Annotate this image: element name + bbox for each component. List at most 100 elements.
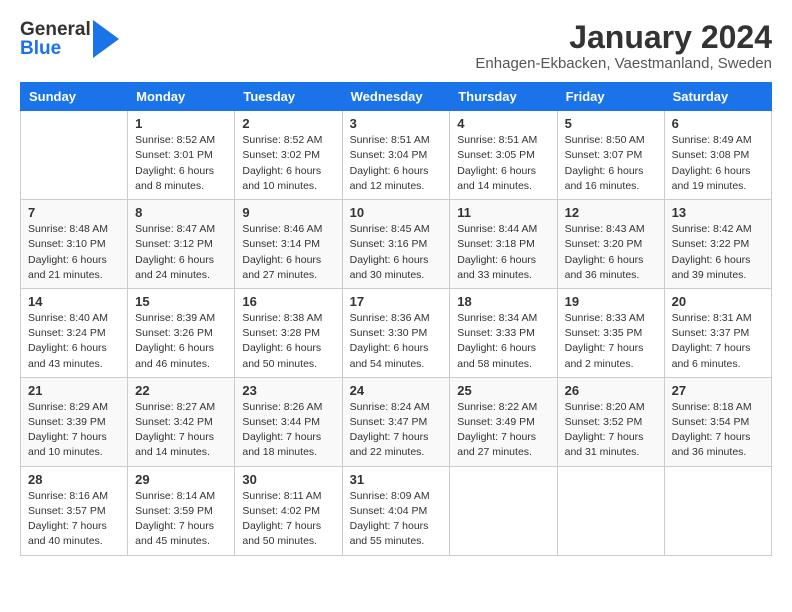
calendar-cell: 1 Sunrise: 8:52 AM Sunset: 3:01 PM Daylig… (128, 111, 235, 200)
day-number: 15 (135, 294, 227, 309)
calendar-cell: 30 Sunrise: 8:11 AM Sunset: 4:02 PM Dayli… (235, 466, 342, 555)
calendar-cell: 21 Sunrise: 8:29 AM Sunset: 3:39 PM Dayli… (21, 377, 128, 466)
calendar-cell (21, 111, 128, 200)
day-info: Sunrise: 8:20 AM Sunset: 3:52 PM Dayligh… (565, 400, 657, 461)
day-info: Sunrise: 8:52 AM Sunset: 3:02 PM Dayligh… (242, 133, 334, 194)
day-number: 20 (672, 294, 764, 309)
calendar-cell: 31 Sunrise: 8:09 AM Sunset: 4:04 PM Dayli… (342, 466, 450, 555)
day-info: Sunrise: 8:14 AM Sunset: 3:59 PM Dayligh… (135, 489, 227, 550)
calendar-weekday-wednesday: Wednesday (342, 83, 450, 111)
day-info: Sunrise: 8:09 AM Sunset: 4:04 PM Dayligh… (350, 489, 443, 550)
calendar-cell: 7 Sunrise: 8:48 AM Sunset: 3:10 PM Daylig… (21, 200, 128, 289)
day-number: 26 (565, 383, 657, 398)
day-info: Sunrise: 8:39 AM Sunset: 3:26 PM Dayligh… (135, 311, 227, 372)
calendar-cell: 2Sunrise: 8:52 AM Sunset: 3:02 PM Daylig… (235, 111, 342, 200)
calendar-weekday-sunday: Sunday (21, 83, 128, 111)
day-number: 5 (565, 116, 657, 131)
calendar-cell: 14 Sunrise: 8:40 AM Sunset: 3:24 PM Dayli… (21, 288, 128, 377)
day-info: Sunrise: 8:50 AM Sunset: 3:07 PM Dayligh… (565, 133, 657, 194)
calendar-cell: 23 Sunrise: 8:26 AM Sunset: 3:44 PM Dayli… (235, 377, 342, 466)
day-number: 6 (672, 116, 764, 131)
day-number: 1 (135, 116, 227, 131)
calendar-weekday-friday: Friday (557, 83, 664, 111)
calendar-cell: 13Sunrise: 8:42 AM Sunset: 3:22 PM Dayli… (664, 200, 771, 289)
calendar-cell (664, 466, 771, 555)
day-number: 27 (672, 383, 764, 398)
calendar-cell: 18Sunrise: 8:34 AM Sunset: 3:33 PM Dayli… (450, 288, 557, 377)
title-block: January 2024 Enhagen-Ekbacken, Vaestmanl… (475, 20, 772, 72)
calendar-cell: 4 Sunrise: 8:51 AM Sunset: 3:05 PM Daylig… (450, 111, 557, 200)
calendar-cell: 5 Sunrise: 8:50 AM Sunset: 3:07 PM Daylig… (557, 111, 664, 200)
day-number: 7 (28, 205, 120, 220)
day-info: Sunrise: 8:40 AM Sunset: 3:24 PM Dayligh… (28, 311, 120, 372)
day-info: Sunrise: 8:48 AM Sunset: 3:10 PM Dayligh… (28, 222, 120, 283)
calendar-cell: 20 Sunrise: 8:31 AM Sunset: 3:37 PM Dayli… (664, 288, 771, 377)
calendar-weekday-tuesday: Tuesday (235, 83, 342, 111)
day-number: 25 (457, 383, 549, 398)
day-number: 31 (350, 472, 443, 487)
day-info: Sunrise: 8:33 AM Sunset: 3:35 PM Dayligh… (565, 311, 657, 372)
calendar-cell (450, 466, 557, 555)
logo-chevron-icon (93, 20, 119, 58)
day-info: Sunrise: 8:18 AM Sunset: 3:54 PM Dayligh… (672, 400, 764, 461)
day-info: Sunrise: 8:44 AM Sunset: 3:18 PM Dayligh… (457, 222, 549, 283)
calendar-week-2: 7 Sunrise: 8:48 AM Sunset: 3:10 PM Daylig… (21, 200, 772, 289)
calendar-cell: 25Sunrise: 8:22 AM Sunset: 3:49 PM Dayli… (450, 377, 557, 466)
calendar-cell: 15 Sunrise: 8:39 AM Sunset: 3:26 PM Dayli… (128, 288, 235, 377)
day-number: 4 (457, 116, 549, 131)
day-info: Sunrise: 8:51 AM Sunset: 3:05 PM Dayligh… (457, 133, 549, 194)
day-info: Sunrise: 8:27 AM Sunset: 3:42 PM Dayligh… (135, 400, 227, 461)
day-number: 23 (242, 383, 334, 398)
calendar-cell: 24 Sunrise: 8:24 AM Sunset: 3:47 PM Dayli… (342, 377, 450, 466)
day-info: Sunrise: 8:31 AM Sunset: 3:37 PM Dayligh… (672, 311, 764, 372)
calendar-cell: 10Sunrise: 8:45 AM Sunset: 3:16 PM Dayli… (342, 200, 450, 289)
calendar-cell: 6 Sunrise: 8:49 AM Sunset: 3:08 PM Daylig… (664, 111, 771, 200)
calendar-cell: 11 Sunrise: 8:44 AM Sunset: 3:18 PM Dayli… (450, 200, 557, 289)
day-info: Sunrise: 8:52 AM Sunset: 3:01 PM Dayligh… (135, 133, 227, 194)
day-info: Sunrise: 8:36 AM Sunset: 3:30 PM Dayligh… (350, 311, 443, 372)
calendar-weekday-saturday: Saturday (664, 83, 771, 111)
day-info: Sunrise: 8:26 AM Sunset: 3:44 PM Dayligh… (242, 400, 334, 461)
logo: General Blue (20, 20, 119, 58)
day-info: Sunrise: 8:47 AM Sunset: 3:12 PM Dayligh… (135, 222, 227, 283)
calendar-cell: 27 Sunrise: 8:18 AM Sunset: 3:54 PM Dayli… (664, 377, 771, 466)
calendar-cell: 17 Sunrise: 8:36 AM Sunset: 3:30 PM Dayli… (342, 288, 450, 377)
day-number: 30 (242, 472, 334, 487)
day-info: Sunrise: 8:46 AM Sunset: 3:14 PM Dayligh… (242, 222, 334, 283)
calendar-cell: 28Sunrise: 8:16 AM Sunset: 3:57 PM Dayli… (21, 466, 128, 555)
day-number: 8 (135, 205, 227, 220)
day-number: 16 (242, 294, 334, 309)
calendar-weekday-monday: Monday (128, 83, 235, 111)
day-number: 11 (457, 205, 549, 220)
day-number: 24 (350, 383, 443, 398)
calendar-cell: 19Sunrise: 8:33 AM Sunset: 3:35 PM Dayli… (557, 288, 664, 377)
calendar-week-3: 14 Sunrise: 8:40 AM Sunset: 3:24 PM Dayli… (21, 288, 772, 377)
calendar-week-1: 1 Sunrise: 8:52 AM Sunset: 3:01 PM Daylig… (21, 111, 772, 200)
day-number: 14 (28, 294, 120, 309)
calendar-week-5: 28Sunrise: 8:16 AM Sunset: 3:57 PM Dayli… (21, 466, 772, 555)
day-info: Sunrise: 8:38 AM Sunset: 3:28 PM Dayligh… (242, 311, 334, 372)
day-info: Sunrise: 8:49 AM Sunset: 3:08 PM Dayligh… (672, 133, 764, 194)
calendar-weekday-thursday: Thursday (450, 83, 557, 111)
day-info: Sunrise: 8:24 AM Sunset: 3:47 PM Dayligh… (350, 400, 443, 461)
day-info: Sunrise: 8:43 AM Sunset: 3:20 PM Dayligh… (565, 222, 657, 283)
day-number: 9 (242, 205, 334, 220)
calendar-cell: 3Sunrise: 8:51 AM Sunset: 3:04 PM Daylig… (342, 111, 450, 200)
day-number: 28 (28, 472, 120, 487)
page-header: General Blue January 2024 Enhagen-Ekback… (20, 20, 772, 72)
calendar-cell: 26 Sunrise: 8:20 AM Sunset: 3:52 PM Dayli… (557, 377, 664, 466)
calendar-cell: 22Sunrise: 8:27 AM Sunset: 3:42 PM Dayli… (128, 377, 235, 466)
page-title: January 2024 (475, 20, 772, 55)
day-info: Sunrise: 8:11 AM Sunset: 4:02 PM Dayligh… (242, 489, 334, 550)
calendar-week-4: 21 Sunrise: 8:29 AM Sunset: 3:39 PM Dayli… (21, 377, 772, 466)
calendar-cell: 9 Sunrise: 8:46 AM Sunset: 3:14 PM Daylig… (235, 200, 342, 289)
calendar-table: SundayMondayTuesdayWednesdayThursdayFrid… (20, 82, 772, 555)
day-info: Sunrise: 8:34 AM Sunset: 3:33 PM Dayligh… (457, 311, 549, 372)
calendar-cell: 12Sunrise: 8:43 AM Sunset: 3:20 PM Dayli… (557, 200, 664, 289)
calendar-cell: 16 Sunrise: 8:38 AM Sunset: 3:28 PM Dayli… (235, 288, 342, 377)
day-info: Sunrise: 8:51 AM Sunset: 3:04 PM Dayligh… (350, 133, 443, 194)
day-number: 21 (28, 383, 120, 398)
day-number: 17 (350, 294, 443, 309)
day-info: Sunrise: 8:29 AM Sunset: 3:39 PM Dayligh… (28, 400, 120, 461)
day-number: 13 (672, 205, 764, 220)
